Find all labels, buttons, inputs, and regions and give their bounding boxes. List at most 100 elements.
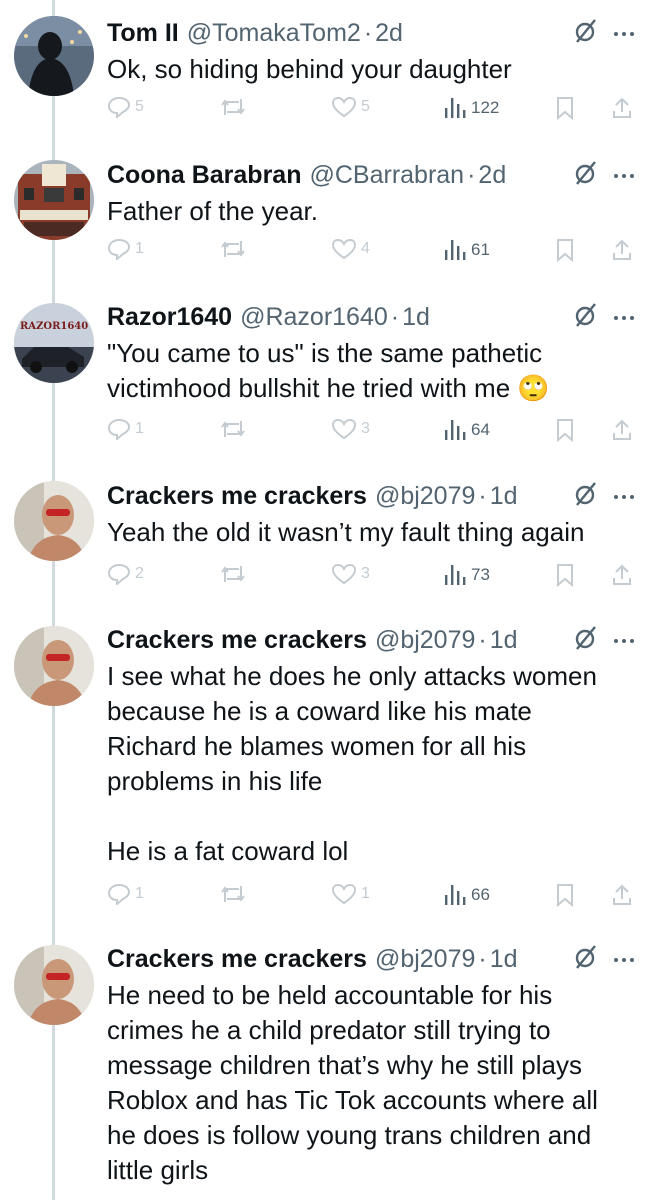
like-count: 4 (361, 240, 370, 257)
view-count: 73 (471, 565, 490, 584)
display-name[interactable]: Crackers me crackers (107, 945, 367, 974)
retweet-button[interactable] (219, 883, 251, 905)
reply-icon (107, 418, 131, 440)
svg-text:RAZOR1640: RAZOR1640 (20, 321, 88, 332)
separator-dot: · (467, 160, 476, 189)
more-options-icon[interactable] (613, 167, 635, 185)
retweet-button[interactable] (219, 563, 251, 585)
display-name[interactable]: Coona Barabran (107, 161, 301, 190)
like-button[interactable]: 3 (331, 418, 370, 440)
tweet-actions: 1 3 64 (107, 418, 635, 446)
share-button[interactable] (611, 883, 633, 907)
share-icon (613, 239, 631, 260)
share-button[interactable] (611, 96, 633, 120)
reply-count: 1 (135, 240, 144, 257)
retweet-button[interactable] (219, 418, 251, 440)
like-button[interactable]: 1 (331, 883, 370, 905)
tweet-actions: 1 1 66 (107, 883, 635, 911)
more-options-icon[interactable] (613, 632, 635, 650)
avatar[interactable] (14, 945, 94, 1025)
bookmark-button[interactable] (555, 418, 575, 442)
reply-button[interactable]: 2 (107, 563, 144, 585)
user-handle[interactable]: @bj2079 (375, 626, 475, 655)
user-handle[interactable]: @CBarrabran (309, 161, 464, 190)
separator-dot: · (390, 302, 400, 331)
heart-icon (331, 96, 357, 118)
share-button[interactable] (611, 563, 633, 587)
view-count: 122 (471, 98, 500, 117)
bookmark-button[interactable] (555, 563, 575, 587)
display-name[interactable]: Razor1640 (107, 303, 232, 332)
more-options-icon[interactable] (613, 309, 635, 327)
avatar[interactable] (14, 626, 94, 706)
timestamp[interactable]: 1d (490, 482, 518, 511)
views-button[interactable]: 122 (443, 96, 499, 120)
tweet-actions: 5 5 122 (107, 96, 635, 124)
like-count: 5 (361, 98, 370, 115)
tweet-text: Father of the year. (107, 196, 319, 226)
views-chart-icon (445, 885, 466, 905)
retweet-icon (221, 241, 245, 257)
views-button[interactable]: 61 (443, 238, 490, 262)
like-button[interactable]: 3 (331, 563, 370, 585)
timestamp[interactable]: 2d (478, 161, 506, 190)
views-chart-icon (445, 420, 466, 440)
avatar[interactable] (14, 16, 94, 96)
timestamp[interactable]: 1d (402, 303, 430, 332)
person-silhouette-avatar-icon (14, 16, 94, 96)
like-button[interactable]: 5 (331, 96, 370, 118)
bookmark-icon (557, 564, 573, 587)
separator-dot: · (363, 18, 373, 47)
grok-icon[interactable] (573, 481, 599, 512)
grok-icon[interactable] (573, 160, 599, 191)
user-handle[interactable]: @Razor1640 (240, 303, 388, 332)
user-handle[interactable]: @bj2079 (375, 482, 475, 511)
tweet-text: "You came to us" is the same pathetic vi… (107, 338, 550, 403)
grok-icon[interactable] (573, 944, 599, 975)
retweet-icon (221, 566, 245, 582)
timestamp[interactable]: 2d (375, 19, 403, 48)
reply-button[interactable]: 1 (107, 238, 144, 260)
display-name[interactable]: Tom II (107, 19, 179, 48)
avatar[interactable] (14, 160, 94, 240)
views-button[interactable]: 73 (443, 563, 490, 587)
grok-icon[interactable] (573, 302, 599, 333)
retweet-button[interactable] (219, 238, 251, 260)
bookmark-icon (557, 97, 573, 120)
bookmark-icon (557, 239, 573, 262)
view-count: 61 (471, 240, 490, 259)
share-icon (613, 97, 631, 118)
user-handle[interactable]: @bj2079 (375, 945, 475, 974)
views-chart-icon (445, 565, 466, 585)
bookmark-button[interactable] (555, 96, 575, 120)
tweet-text: He need to be held accountable for his c… (107, 980, 598, 1185)
heart-icon (331, 563, 357, 585)
retweet-button[interactable] (219, 96, 251, 118)
reply-button[interactable]: 1 (107, 418, 144, 440)
share-button[interactable] (611, 238, 633, 262)
user-handle[interactable]: @TomakaTom2 (187, 19, 361, 48)
timestamp[interactable]: 1d (490, 945, 518, 974)
building-avatar-icon (14, 160, 94, 240)
bookmark-button[interactable] (555, 238, 575, 262)
bookmark-button[interactable] (555, 883, 575, 907)
views-button[interactable]: 66 (443, 883, 490, 907)
views-button[interactable]: 64 (443, 418, 490, 442)
share-button[interactable] (611, 418, 633, 442)
separator-dot: · (478, 944, 487, 973)
grok-icon[interactable] (573, 18, 599, 49)
timestamp[interactable]: 1d (490, 626, 518, 655)
reply-button[interactable]: 1 (107, 883, 144, 905)
man-sunglasses-avatar-icon (14, 481, 94, 561)
more-options-icon[interactable] (613, 25, 635, 43)
avatar[interactable] (14, 481, 94, 561)
display-name[interactable]: Crackers me crackers (107, 626, 367, 655)
avatar[interactable]: RAZOR1640 (14, 303, 94, 383)
more-options-icon[interactable] (613, 951, 635, 969)
share-icon (613, 884, 631, 905)
like-button[interactable]: 4 (331, 238, 370, 260)
grok-icon[interactable] (573, 625, 599, 656)
reply-button[interactable]: 5 (107, 96, 144, 118)
display-name[interactable]: Crackers me crackers (107, 482, 367, 511)
more-options-icon[interactable] (613, 488, 635, 506)
